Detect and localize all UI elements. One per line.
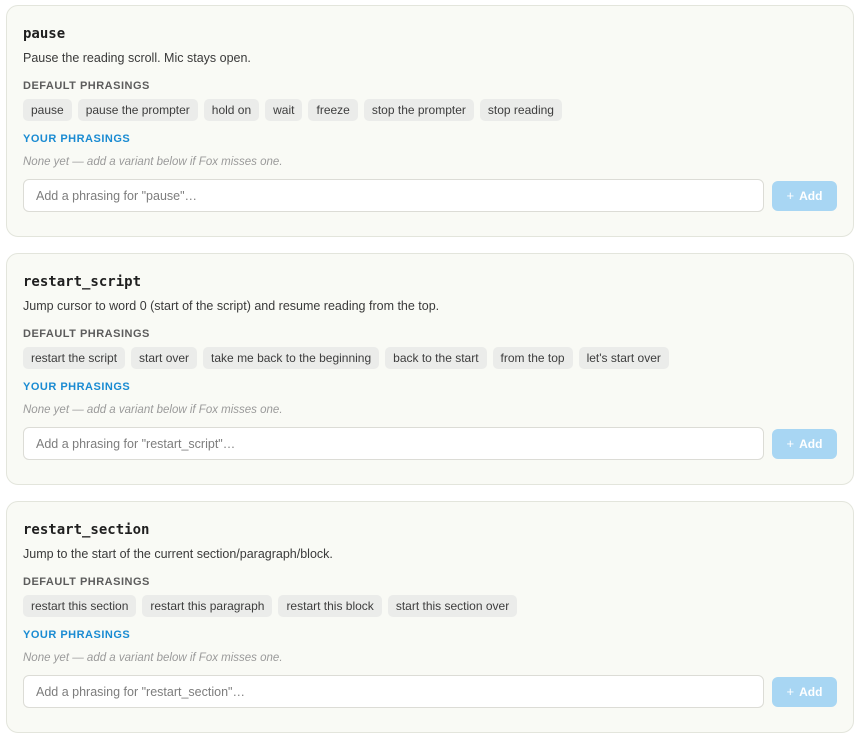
add-phrasing-row: + Add bbox=[23, 427, 837, 460]
default-phrasings-list: restart the script start over take me ba… bbox=[23, 347, 837, 369]
command-name: restart_section bbox=[23, 522, 150, 538]
empty-phrasings-note: None yet — add a variant below if Fox mi… bbox=[23, 652, 283, 664]
add-button-label: Add bbox=[799, 436, 823, 451]
phrasing-chip: from the top bbox=[492, 347, 573, 369]
phrasing-chip: stop reading bbox=[479, 99, 562, 121]
plus-icon: + bbox=[786, 436, 795, 451]
command-card-restart-script: restart_script Jump cursor to word 0 (st… bbox=[6, 253, 854, 485]
your-phrasings-label: YOUR PHRASINGS bbox=[23, 381, 131, 393]
phrasing-chip: back to the start bbox=[385, 347, 487, 369]
phrasing-chip: restart this section bbox=[23, 595, 137, 617]
phrasing-chip: pause bbox=[23, 99, 72, 121]
phrasing-chip: take me back to the beginning bbox=[203, 347, 380, 369]
empty-phrasings-note: None yet — add a variant below if Fox mi… bbox=[23, 156, 283, 168]
command-description: Jump to the start of the current section… bbox=[23, 547, 333, 561]
phrasing-input[interactable] bbox=[23, 427, 764, 460]
add-phrasing-button[interactable]: + Add bbox=[772, 428, 837, 459]
add-phrasing-row: + Add bbox=[23, 675, 837, 708]
add-phrasing-button[interactable]: + Add bbox=[772, 676, 837, 707]
default-phrasings-label: DEFAULT PHRASINGS bbox=[23, 576, 150, 588]
plus-icon: + bbox=[786, 188, 795, 203]
plus-icon: + bbox=[786, 684, 795, 699]
your-phrasings-label: YOUR PHRASINGS bbox=[23, 629, 131, 641]
add-phrasing-row: + Add bbox=[23, 179, 837, 212]
phrasing-chip: let's start over bbox=[578, 347, 669, 369]
empty-phrasings-note: None yet — add a variant below if Fox mi… bbox=[23, 404, 283, 416]
phrasing-chip: start this section over bbox=[387, 595, 518, 617]
add-phrasing-button[interactable]: + Add bbox=[772, 180, 837, 211]
default-phrasings-list: restart this section restart this paragr… bbox=[23, 595, 837, 617]
command-card-restart-section: restart_section Jump to the start of the… bbox=[6, 501, 854, 733]
add-button-label: Add bbox=[799, 188, 823, 203]
command-description: Pause the reading scroll. Mic stays open… bbox=[23, 51, 251, 65]
phrasing-chip: restart this block bbox=[278, 595, 382, 617]
phrasing-chip: hold on bbox=[203, 99, 260, 121]
phrasing-chip: wait bbox=[265, 99, 303, 121]
command-name: restart_script bbox=[23, 274, 142, 290]
default-phrasings-list: pause pause the prompter hold on wait fr… bbox=[23, 99, 837, 121]
phrasing-input[interactable] bbox=[23, 675, 764, 708]
phrasing-chip: restart this paragraph bbox=[142, 595, 273, 617]
command-card-pause: pause Pause the reading scroll. Mic stay… bbox=[6, 5, 854, 237]
default-phrasings-label: DEFAULT PHRASINGS bbox=[23, 328, 150, 340]
your-phrasings-label: YOUR PHRASINGS bbox=[23, 133, 131, 145]
default-phrasings-label: DEFAULT PHRASINGS bbox=[23, 80, 150, 92]
voice-commands-page: pause Pause the reading scroll. Mic stay… bbox=[0, 0, 858, 736]
phrasing-input[interactable] bbox=[23, 179, 764, 212]
command-name: pause bbox=[23, 26, 66, 42]
add-button-label: Add bbox=[799, 684, 823, 699]
phrasing-chip: pause the prompter bbox=[77, 99, 198, 121]
phrasing-chip: start over bbox=[131, 347, 198, 369]
phrasing-chip: stop the prompter bbox=[363, 99, 474, 121]
phrasing-chip: freeze bbox=[308, 99, 358, 121]
phrasing-chip: restart the script bbox=[23, 347, 126, 369]
command-description: Jump cursor to word 0 (start of the scri… bbox=[23, 299, 440, 313]
